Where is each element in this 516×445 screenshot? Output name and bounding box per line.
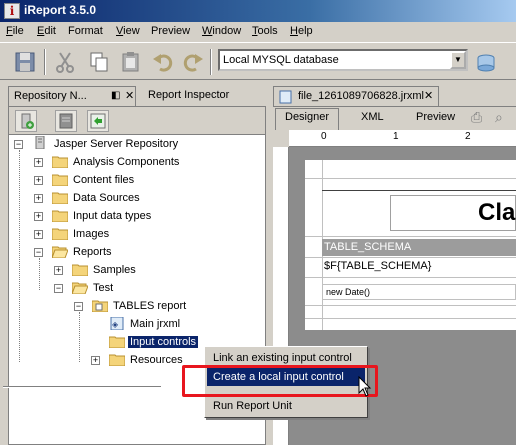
chevron-down-icon[interactable]: ▼ [450,51,466,69]
repository-toolbar [8,106,266,134]
properties-icon[interactable] [55,110,77,132]
save-icon[interactable] [12,49,38,75]
tab-preview[interactable]: Preview [416,111,455,123]
menu-edit[interactable]: Edit [37,25,56,37]
band-separator [305,305,516,306]
ireport-logo-icon: i [4,3,20,19]
jrxml-file-icon [279,90,293,104]
folder-icon [51,227,69,241]
close-icon[interactable]: ✕ [125,89,134,102]
paste-icon[interactable] [118,49,144,75]
toolbar-separator [44,49,46,75]
band-separator [305,257,516,258]
tree-line [39,258,40,290]
window-title: iReport 3.5.0 [24,3,97,17]
jrxml-file-icon: ◈ [109,316,125,331]
menu-view[interactable]: View [116,25,140,37]
close-icon[interactable]: ✕ [424,89,433,102]
menu-window[interactable]: Window [202,25,241,37]
menu-preview[interactable]: Preview [151,25,190,37]
database-connection-icon[interactable] [473,50,499,76]
folder-icon [71,263,89,277]
folder-icon [108,353,126,367]
tab-designer[interactable]: Designer [285,111,329,123]
toolbar-separator [210,49,212,75]
folder-open-icon [51,245,69,259]
refresh-icon[interactable] [87,110,109,132]
band-separator [305,236,516,237]
folder-icon [51,191,69,205]
folder-icon [51,173,69,187]
ruler-corner [273,130,289,147]
title-bar: i iReport 3.5.0 [0,0,516,22]
tab-xml[interactable]: XML [361,111,384,123]
tab-jrxml-file[interactable]: file_1261089706828.jrxml ✕ [273,86,439,106]
menu-item-run-report-unit[interactable]: Run Report Unit [207,397,365,415]
folder-open-icon [71,281,89,295]
tree-line [79,312,80,362]
datasource-select[interactable]: Local MYSQL database ▼ [218,49,468,71]
editor-view-tabs: Designer XML Preview ⎙ ⌕ [273,106,516,130]
menu-file[interactable]: File [6,25,24,37]
menu-bar: File Edit Format View Preview Window Too… [0,22,516,42]
expand-icon[interactable]: + [34,230,43,239]
menu-format[interactable]: Format [68,25,103,37]
collapse-icon[interactable]: − [54,284,63,293]
horizontal-ruler: 0 1 2 [289,130,516,147]
copy-icon[interactable] [86,49,112,75]
left-panel-tabs: Repository N... ◧ ✕ Report Inspector [8,86,266,106]
expand-icon[interactable]: + [34,158,43,167]
folder-icon [51,155,69,169]
menu-help[interactable]: Help [290,25,313,37]
expand-icon[interactable]: + [34,194,43,203]
menu-tools[interactable]: Tools [252,25,278,37]
tab-report-inspector[interactable]: Report Inspector [142,86,266,106]
expand-icon[interactable]: + [34,212,43,221]
collapse-icon[interactable]: − [14,140,23,149]
band-separator [322,190,516,191]
tab-repository-navigator[interactable]: Repository N... ◧ ✕ [8,86,136,106]
tree-line [19,150,20,362]
collapse-icon[interactable]: − [74,302,83,311]
expand-icon[interactable]: + [91,356,100,365]
print-icon[interactable]: ⎙ [471,109,482,126]
menu-separator [3,386,161,388]
server-icon [32,135,48,150]
page-footer-field[interactable]: new Date() [322,284,516,300]
add-server-icon[interactable] [15,110,37,132]
minimize-icon[interactable]: ◧ [111,90,120,101]
expand-icon[interactable]: + [54,266,63,275]
mouse-pointer-icon [358,375,374,400]
folder-icon [108,335,126,349]
report-unit-icon [91,299,109,313]
collapse-icon[interactable]: − [34,248,43,257]
column-header-field[interactable]: TABLE_SCHEMA [322,239,516,256]
detail-field[interactable]: $F{TABLE_SCHEMA} [324,260,431,272]
report-title: Cla [478,199,516,226]
svg-text:◈: ◈ [112,320,119,329]
annotation-highlight-box [182,365,378,397]
zoom-icon[interactable]: ⌕ [495,109,503,126]
band-separator [305,318,516,319]
band-separator [305,277,516,278]
folder-icon [51,209,69,223]
redo-icon[interactable] [180,49,206,75]
undo-icon[interactable] [150,49,176,75]
expand-icon[interactable]: + [34,176,43,185]
band-separator [305,178,516,179]
datasource-value: Local MYSQL database [223,54,339,66]
cut-icon[interactable] [52,49,78,75]
